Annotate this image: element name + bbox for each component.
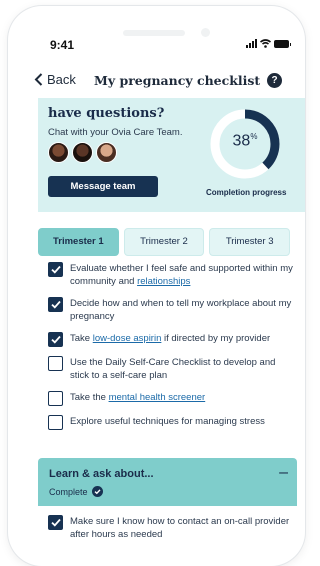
list-item: Decide how and when to tell my workplace… (48, 297, 293, 323)
item-text: Use the Daily Self-Care Checklist to dev… (70, 357, 276, 381)
tab-trimester-3[interactable]: Trimester 3 (209, 228, 291, 256)
page-title: My pregnancy checklist (94, 73, 261, 88)
care-team-avatars (48, 142, 117, 163)
item-text: Evaluate whether I feel safe and support… (70, 263, 293, 287)
speaker-notch (123, 30, 185, 36)
help-icon[interactable]: ? (267, 73, 282, 88)
list-item: Take the mental health screener (48, 391, 293, 406)
check-icon (50, 518, 61, 527)
checkbox[interactable] (48, 262, 63, 277)
chevron-left-icon (34, 73, 43, 86)
collapse-icon[interactable]: – (279, 464, 288, 482)
list-item: Evaluate whether I feel safe and support… (48, 262, 293, 288)
status-icons (246, 39, 291, 48)
completion-label: Completion progress (206, 188, 287, 197)
trimester-tabs: Trimester 1 Trimester 2 Trimester 3 (38, 228, 291, 256)
completion-percent: 38% (232, 132, 258, 150)
item-text: Decide how and when to tell my workplace… (70, 298, 292, 322)
care-team-card: have questions? Chat with your Ovia Care… (38, 98, 305, 212)
checkbox[interactable] (48, 297, 63, 312)
learn-list: Make sure I know how to contact an on-ca… (48, 515, 293, 550)
tab-trimester-2[interactable]: Trimester 2 (123, 228, 205, 256)
list-item: Use the Daily Self-Care Checklist to dev… (48, 356, 293, 382)
learn-status: Complete (49, 486, 103, 497)
low-dose-aspirin-link[interactable]: low-dose aspirin (93, 333, 162, 344)
check-circle-icon (91, 486, 103, 497)
avatar (48, 142, 69, 163)
back-button[interactable]: Back (34, 72, 76, 87)
phone-frame: 9:41 Back My pregnancy checklist ? have … (8, 6, 305, 566)
item-text: Make sure I know how to contact an on-ca… (70, 516, 290, 540)
tab-trimester-1[interactable]: Trimester 1 (38, 228, 119, 256)
checklist: Evaluate whether I feel safe and support… (48, 262, 293, 439)
list-item: Take low-dose aspirin if directed by my … (48, 332, 293, 347)
signal-icon (246, 39, 257, 48)
list-item: Make sure I know how to contact an on-ca… (48, 515, 293, 541)
check-icon (50, 335, 61, 344)
learn-section-header[interactable]: Learn & ask about... Complete – (38, 458, 297, 506)
mental-health-screener-link[interactable]: mental health screener (109, 392, 206, 403)
checkbox[interactable] (48, 356, 63, 371)
avatar (96, 142, 117, 163)
wifi-icon (260, 39, 271, 48)
list-item: Explore useful techniques for managing s… (48, 415, 293, 430)
nav-bar: Back My pregnancy checklist ? (8, 70, 305, 94)
checkbox[interactable] (48, 415, 63, 430)
hero-subtitle: Chat with your Ovia Care Team. (48, 127, 183, 138)
avatar (72, 142, 93, 163)
item-text: Explore useful techniques for managing s… (70, 416, 265, 427)
check-icon (50, 300, 61, 309)
learn-title: Learn & ask about... (49, 468, 154, 480)
message-team-button[interactable]: Message team (48, 176, 158, 197)
back-label: Back (47, 72, 76, 87)
checkbox[interactable] (48, 515, 63, 530)
battery-icon (274, 40, 291, 48)
checkbox[interactable] (48, 391, 63, 406)
learn-status-label: Complete (49, 486, 88, 497)
check-icon (50, 265, 61, 274)
hero-title: have questions? (48, 106, 165, 121)
item-text: Take the mental health screener (70, 392, 206, 403)
camera-dot (201, 28, 210, 37)
relationships-link[interactable]: relationships (137, 276, 190, 287)
item-text: Take low-dose aspirin if directed by my … (70, 333, 271, 344)
status-time: 9:41 (50, 38, 75, 52)
checkbox[interactable] (48, 332, 63, 347)
